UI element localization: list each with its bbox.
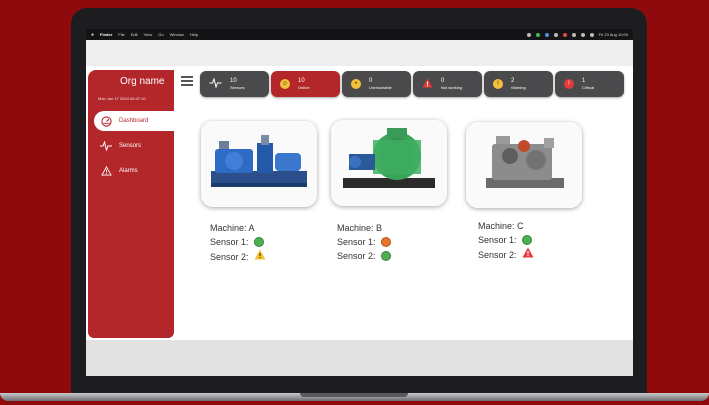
gauge-icon: [100, 115, 112, 127]
menubar-app-name[interactable]: Finder: [100, 32, 112, 37]
status-icon[interactable]: [526, 32, 531, 37]
pill-critical[interactable]: ! 1 Critical: [555, 71, 624, 97]
pill-label: Critical: [582, 85, 595, 91]
pill-count: 2: [511, 77, 515, 84]
sensor-row: Sensor 1:: [337, 235, 391, 249]
alert-triangle-icon: [422, 75, 433, 93]
red-alert-icon[interactable]: [522, 247, 534, 262]
machine-info-c: Machine: C Sensor 1: Sensor 2:: [478, 219, 534, 262]
sensor-row: Sensor 1:: [478, 233, 534, 247]
machine-card-c[interactable]: [466, 122, 582, 208]
machine-name: Machine: C: [478, 221, 524, 231]
sensor-row: Sensor 2:: [478, 247, 534, 262]
pill-count: 1: [582, 77, 586, 84]
menu-go[interactable]: Go: [158, 32, 163, 37]
yellow-warning-icon[interactable]: [254, 249, 266, 264]
sensor-label: Sensor 1:: [210, 237, 249, 247]
macos-menubar: ● Finder File Edit View Go Window Help F…: [86, 29, 633, 40]
pill-count: 0: [441, 77, 445, 84]
menu-window[interactable]: Window: [170, 32, 184, 37]
machine-card-b[interactable]: [331, 120, 447, 206]
pill-label: Online: [298, 85, 310, 91]
machine-info-b: Machine: B Sensor 1: Sensor 2:: [337, 221, 391, 263]
menubar-clock[interactable]: Fri 23 Aug 10:00: [599, 32, 628, 37]
critical-circle-icon: !: [564, 79, 574, 89]
pill-unreachable[interactable]: • 0 Unreachable: [342, 71, 411, 97]
pulse-icon: [209, 75, 222, 93]
pill-label: Sensors: [230, 85, 245, 91]
machine-card-a[interactable]: [201, 121, 317, 207]
pill-count: 10: [230, 77, 237, 84]
pill-count: 0: [369, 77, 373, 84]
pill-label: Unreachable: [369, 85, 392, 91]
machine-name: Machine: B: [337, 223, 383, 233]
sensor-row: Sensor 2:: [337, 249, 391, 263]
status-summary: 10 Sensors ☺ 10 Online • 0 Unreachable 0: [200, 71, 624, 97]
menu-toggle-icon[interactable]: [181, 76, 193, 86]
exclamation-circle-icon: !: [493, 79, 503, 89]
laptop-notch: [300, 393, 408, 397]
smile-icon: ☺: [280, 79, 290, 89]
search-icon[interactable]: [589, 32, 594, 37]
green-motor-machine-image: [331, 120, 447, 206]
green-dot-icon[interactable]: [253, 237, 264, 247]
pulse-icon: [100, 140, 112, 152]
sensor-row: Sensor 2:: [210, 249, 266, 264]
menu-file[interactable]: File: [118, 32, 124, 37]
sidebar: Org name Mon Jun 17 2024 00:47:10 Dashbo…: [88, 70, 174, 338]
sensor-label: Sensor 2:: [210, 251, 249, 262]
pill-label: Warning: [511, 85, 526, 91]
menu-edit[interactable]: Edit: [131, 32, 138, 37]
green-dot-icon[interactable]: [521, 235, 532, 245]
sidebar-item-dashboard[interactable]: Dashboard: [94, 111, 174, 131]
app-screen: ● Finder File Edit View Go Window Help F…: [86, 29, 633, 376]
sensor-label: Sensor 1:: [337, 237, 376, 247]
pill-not-working[interactable]: 0 Not working: [413, 71, 482, 97]
menu-view[interactable]: View: [144, 32, 153, 37]
wifi-icon[interactable]: [580, 32, 585, 37]
battery-icon[interactable]: [571, 32, 576, 37]
sensor-label: Sensor 2:: [478, 249, 517, 260]
pill-online[interactable]: ☺ 10 Online: [271, 71, 340, 97]
status-icon[interactable]: [544, 32, 549, 37]
sidebar-item-alarms[interactable]: Alarms: [94, 161, 174, 181]
apple-icon[interactable]: ●: [91, 32, 94, 38]
pill-count: 10: [298, 77, 305, 84]
browser-toolbar: [86, 40, 633, 66]
org-name: Org name: [120, 76, 165, 87]
pill-sensors[interactable]: 10 Sensors: [200, 71, 269, 97]
blue-pump-machine-image: [201, 121, 317, 207]
machine-name: Machine: A: [210, 223, 255, 233]
menu-help[interactable]: Help: [190, 32, 198, 37]
pill-label: Not working: [441, 85, 463, 91]
warning-icon: [100, 165, 112, 177]
green-dot-icon[interactable]: [380, 251, 391, 261]
sidebar-item-sensors[interactable]: Sensors: [94, 136, 174, 156]
orange-dot-icon[interactable]: [380, 237, 391, 247]
sidebar-item-label: Dashboard: [119, 118, 149, 124]
status-icon[interactable]: [562, 32, 567, 37]
grey-compressor-machine-image: [466, 122, 582, 208]
sensor-label: Sensor 2:: [337, 251, 376, 261]
sidebar-item-label: Sensors: [119, 143, 142, 149]
sensor-row: Sensor 1:: [210, 235, 266, 249]
sensor-label: Sensor 1:: [478, 235, 517, 245]
status-icon[interactable]: [553, 32, 558, 37]
machine-info-a: Machine: A Sensor 1: Sensor 2:: [210, 221, 266, 264]
timestamp: Mon Jun 17 2024 00:47:10: [98, 96, 146, 101]
footer-band: [86, 340, 633, 376]
sidebar-item-label: Alarms: [119, 168, 138, 174]
pill-warning[interactable]: ! 2 Warning: [484, 71, 553, 97]
neutral-face-icon: •: [351, 79, 361, 89]
status-icon[interactable]: [535, 32, 540, 37]
